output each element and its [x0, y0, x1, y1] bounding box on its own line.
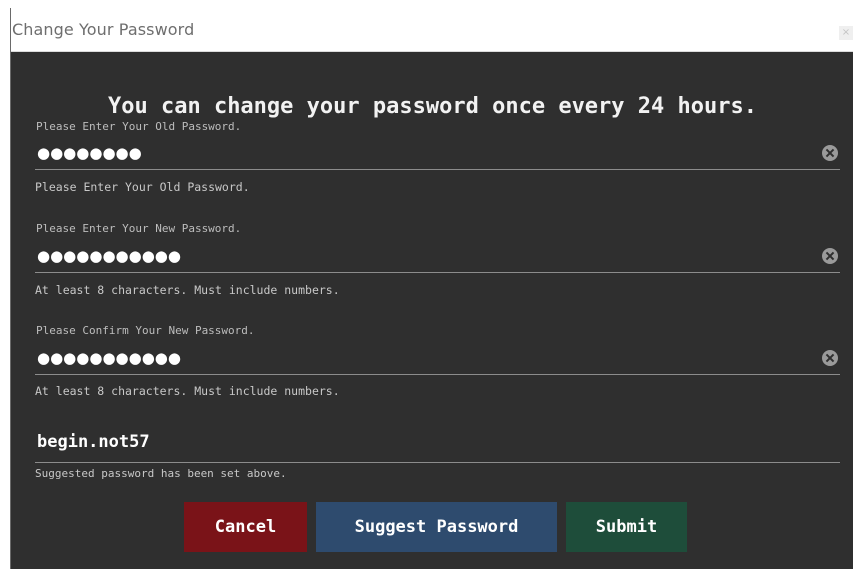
- old-password-helper: Please Enter Your Old Password.: [35, 180, 250, 194]
- old-password-value: ●●●●●●●●: [37, 144, 142, 162]
- new-password-field[interactable]: ●●●●●●●●●●●: [35, 246, 840, 273]
- page-title: You can change your password once every …: [107, 94, 757, 119]
- suggested-password-field[interactable]: begin.not57: [35, 426, 840, 463]
- suggested-password-helper: Suggested password has been set above.: [35, 467, 287, 480]
- title-bar: Change Your Password ×: [11, 8, 853, 52]
- old-password-field[interactable]: ●●●●●●●●: [35, 143, 840, 170]
- clear-icon[interactable]: [822, 145, 838, 161]
- window-title: Change Your Password: [12, 20, 195, 39]
- close-icon[interactable]: ×: [839, 26, 853, 40]
- cancel-button[interactable]: Cancel: [184, 502, 307, 552]
- suggested-password-value: begin.not57: [37, 432, 150, 452]
- new-password-label: Please Enter Your New Password.: [36, 222, 242, 235]
- suggest-password-button[interactable]: Suggest Password: [316, 502, 557, 552]
- old-password-label: Please Enter Your Old Password.: [36, 120, 242, 133]
- confirm-password-field[interactable]: ●●●●●●●●●●●: [35, 348, 840, 375]
- new-password-helper: At least 8 characters. Must include numb…: [35, 283, 340, 297]
- clear-icon[interactable]: [822, 248, 838, 264]
- new-password-value: ●●●●●●●●●●●: [37, 247, 181, 265]
- change-password-window: Change Your Password × You can change yo…: [10, 8, 853, 569]
- confirm-password-helper: At least 8 characters. Must include numb…: [35, 384, 340, 398]
- clear-icon[interactable]: [822, 350, 838, 366]
- confirm-password-label: Please Confirm Your New Password.: [36, 324, 255, 337]
- confirm-password-value: ●●●●●●●●●●●: [37, 349, 181, 367]
- submit-button[interactable]: Submit: [566, 502, 687, 552]
